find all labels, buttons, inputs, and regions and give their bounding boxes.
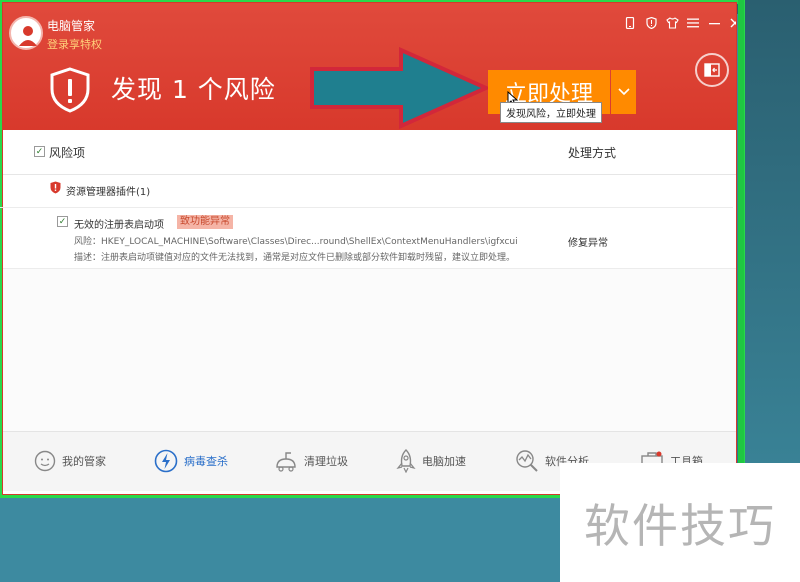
watermark-text: 软件技巧 xyxy=(584,498,776,553)
skin-icon[interactable] xyxy=(665,16,679,30)
item-checkbox[interactable]: ✓ xyxy=(57,216,68,227)
nav-label: 清理垃圾 xyxy=(304,455,348,468)
pointer-arrow-annotation xyxy=(310,47,491,129)
process-options-dropdown[interactable] xyxy=(611,70,636,114)
rocket-icon xyxy=(396,449,416,473)
nav-speed-up[interactable]: 电脑加速 xyxy=(396,447,466,475)
nav-label: 电脑加速 xyxy=(422,455,466,468)
empty-content-area xyxy=(3,269,736,431)
avatar[interactable] xyxy=(9,16,43,50)
chevron-down-icon xyxy=(617,88,630,96)
column-risk: 风险项 xyxy=(49,146,86,160)
warning-small-icon xyxy=(50,181,61,194)
user-icon xyxy=(19,26,37,46)
nav-clean-junk[interactable]: 清理垃圾 xyxy=(274,447,348,475)
group-label: 资源管理器插件(1) xyxy=(66,187,151,198)
menu-icon[interactable] xyxy=(686,16,700,30)
item-description: 描述：注册表启动项键值对应的文件无法找到，通常是对应文件已删除或部分软件卸载时残… xyxy=(74,253,516,263)
nav-label: 病毒查杀 xyxy=(184,455,228,468)
item-risk-path: 风险：HKEY_LOCAL_MACHINE\Software\Classes\D… xyxy=(74,237,518,247)
vacuum-icon xyxy=(276,452,296,472)
analysis-icon xyxy=(516,450,538,472)
list-header xyxy=(3,130,736,175)
repair-link[interactable]: 修复异常 xyxy=(568,234,608,249)
desktop-right xyxy=(742,0,800,495)
virus-scan-icon xyxy=(154,449,178,473)
title-bar-controls xyxy=(623,16,736,30)
item-badge: 致功能异常 xyxy=(177,215,233,229)
highlight-frame-right xyxy=(738,0,744,498)
nav-virus-scan[interactable]: 病毒查杀 xyxy=(154,447,228,475)
nav-label: 我的管家 xyxy=(62,455,106,468)
watermark: 软件技巧 xyxy=(560,463,800,582)
shield-small-icon[interactable] xyxy=(644,16,658,30)
login-link[interactable]: 登录享特权 xyxy=(47,36,102,52)
select-all-checkbox[interactable]: ✓ xyxy=(34,146,45,157)
column-action: 处理方式 xyxy=(568,146,617,160)
app-name: 电脑管家 xyxy=(47,19,96,33)
tooltip: 发现风险，立即处理 xyxy=(500,102,602,123)
side-panel-button[interactable] xyxy=(695,53,729,87)
close-icon[interactable] xyxy=(728,16,736,30)
risk-title: 发现 1 个风险 xyxy=(111,75,276,104)
minimize-icon[interactable] xyxy=(707,16,721,30)
warning-shield-icon xyxy=(50,67,90,113)
phone-icon[interactable] xyxy=(623,16,637,30)
exit-panel-icon xyxy=(704,63,720,77)
item-title: 无效的注册表启动项 xyxy=(74,220,164,231)
face-icon xyxy=(34,450,56,472)
nav-my-manager[interactable]: 我的管家 xyxy=(34,447,106,475)
